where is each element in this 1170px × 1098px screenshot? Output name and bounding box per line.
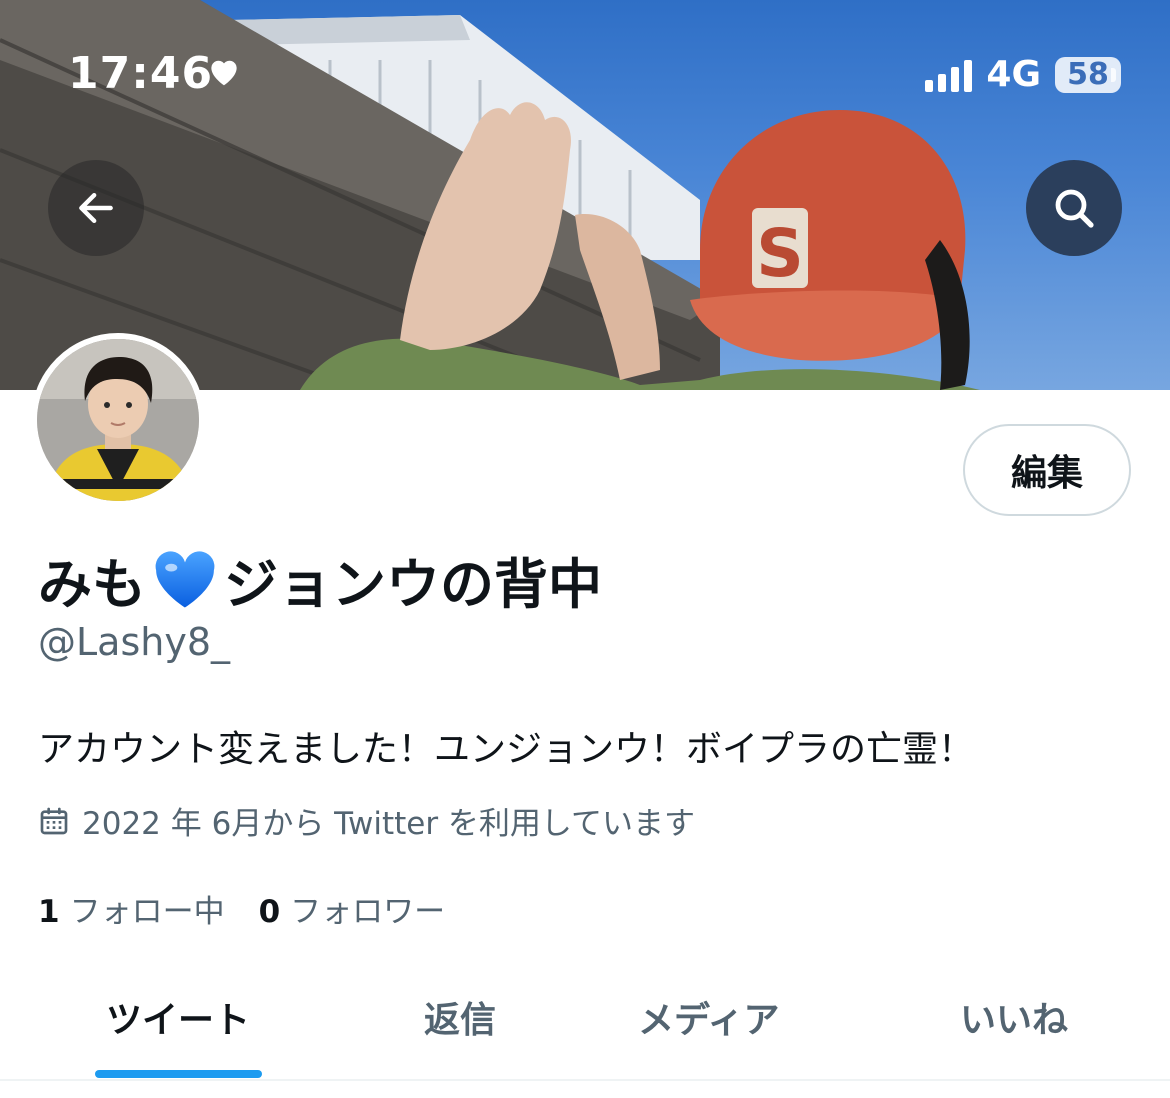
profile-tabs: ツイート 返信 メディア いいね [0,975,1170,1079]
join-date-text: 2022 年 6月から Twitter を利用しています [82,806,695,842]
avatar[interactable] [37,339,199,501]
edit-profile-button[interactable]: 編集 [963,424,1131,516]
calendar-icon [40,807,68,834]
followers-count: 0 [258,894,281,930]
svg-text:S: S [756,215,804,292]
following-count: 1 [38,894,60,930]
display-name-part1: みも [38,553,146,616]
join-date: 2022 年 6月から Twitter を利用しています [38,798,695,843]
arrow-left-icon [79,192,113,224]
display-name-part2: ジョンウの背中 [224,553,602,616]
heart-icon [211,60,237,86]
user-handle: @Lashy8_ [38,620,231,664]
battery-icon: 58 [1055,56,1121,93]
follow-stats: 1 フォロー中 0 フォロワー [38,886,445,931]
followers-link[interactable]: 0 フォロワー [259,886,446,931]
battery-level: 58 [1067,57,1109,92]
network-type: 4G [986,54,1041,95]
profile-banner[interactable]: S 17:46 4G 58 [0,0,1170,390]
active-tab-indicator [95,1070,262,1078]
tab-replies[interactable]: 返信 [424,991,496,1043]
following-link[interactable]: 1 フォロー中 [38,886,225,931]
followers-label: フォロワー [290,894,446,930]
tabs-divider [0,1079,1170,1081]
back-button[interactable] [48,160,144,256]
search-button[interactable] [1026,160,1122,256]
profile-bio: アカウント変えました！ユンジョンウ！ボイプラの亡霊！ [38,729,975,770]
blue-heart-emoji-icon [155,550,215,607]
status-time: 17:46 [68,48,214,99]
following-label: フォロー中 [69,894,225,930]
status-indicators: 4G 58 [925,54,1121,95]
display-name: みも ジョンウの背中 [38,540,602,619]
signal-icon [925,58,973,92]
tab-tweets[interactable]: ツイート [106,991,250,1043]
search-icon [1055,189,1094,228]
tab-media[interactable]: メディア [638,991,779,1043]
tab-likes[interactable]: いいね [960,991,1068,1043]
avatar-photo [37,339,199,501]
